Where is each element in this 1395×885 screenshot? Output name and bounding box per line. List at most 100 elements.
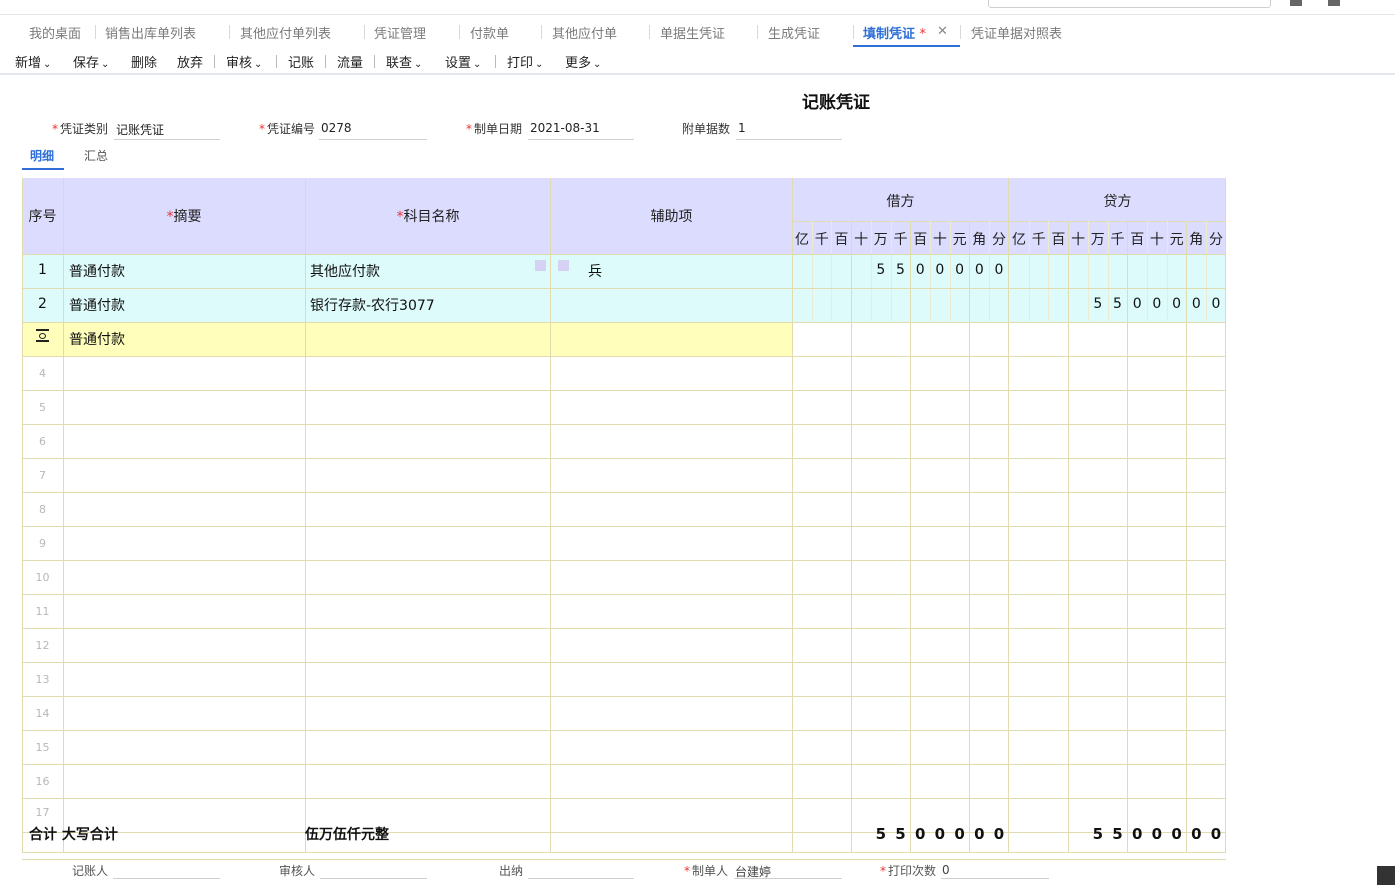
tab-doc-to-voucher[interactable]: 单据生凭证 [660,23,725,47]
print-button[interactable]: 打印 ⌄ [507,52,543,71]
unit-label: 分 [1209,232,1223,248]
grid-line [792,178,793,853]
credit-digit: 0 [1152,296,1162,312]
subtab-summary[interactable]: 汇总 [84,147,108,164]
credit-digit: 0 [1172,296,1182,312]
credit-digit: 0 [1132,296,1142,312]
total-debit-digit: 5 [895,825,906,843]
more-button[interactable]: 更多 ⌄ [565,52,601,71]
row-summary[interactable]: 普通付款 [69,295,125,315]
voucher-date-field[interactable]: 2021-08-31 [528,121,634,140]
credit-digit: 5 [1113,296,1122,312]
total-credit-digit: 0 [1151,825,1163,843]
row-summary[interactable]: 普通付款 [69,261,125,281]
row-seq: 7 [39,469,46,482]
grid-line [1008,178,1009,853]
unit-label: 万 [873,232,888,248]
grid-line [22,254,1226,255]
toolbar: 新增 ⌄ 保存 ⌄ 删除 放弃 审核 ⌄ 记账 流量 联查 ⌄ 设置 ⌄ 打印 ⌄ 更多 ⌄ [0,48,1395,75]
unit-label: 千 [814,232,829,248]
message-icon[interactable] [1328,0,1340,6]
unit-label: 分 [992,232,1006,248]
row-seq: 1 [38,262,47,278]
row-seq: 11 [35,605,50,618]
unit-label: 十 [1149,232,1164,248]
total-credit-digit: 5 [1112,825,1123,843]
grid-line [22,730,1226,731]
tab-voucher-doc-comparison[interactable]: 凭证单据对照表 [971,23,1062,47]
masked-text [535,260,546,271]
tab-generate-voucher[interactable]: 生成凭证 [768,23,820,47]
grid-line [22,458,1226,459]
grid-line [22,390,1226,391]
global-search-input[interactable] [988,0,1271,8]
grid-line [22,832,1226,833]
tab-other-payable[interactable]: 其他应付单 [552,23,617,47]
tab-other-payable-list[interactable]: 其他应付单列表 [240,23,331,47]
total-debit-digit: 0 [954,825,965,843]
maker-field [734,878,842,879]
grid-line [792,221,1226,222]
header-credit: 贷方 [1103,194,1132,210]
header-account: *科目名称 [396,209,460,225]
debit-digit: 0 [974,262,984,278]
tab-separator [649,25,650,39]
unit-label: 亿 [1012,232,1026,248]
tab-payment[interactable]: 付款单 [470,23,509,47]
voucher-type-label: * 凭证类别 [52,122,109,136]
tab-voucher-management[interactable]: 凭证管理 [374,23,426,47]
unit-label: 元 [1169,232,1184,248]
print-count-value: 0 [942,863,950,877]
grid-line [22,288,1226,289]
digit-column-line [1186,221,1188,853]
total-credit-digit: 5 [1092,825,1104,843]
row-account[interactable]: 银行存款-农行3077 [310,295,435,315]
debit-digit: 0 [935,262,945,278]
tab-sales-outbound-list[interactable]: 销售出库单列表 [105,23,196,47]
delete-button[interactable]: 删除 [131,52,157,71]
save-button[interactable]: 保存 ⌄ [73,52,109,71]
query-link-button[interactable]: 联查 ⌄ [386,52,422,71]
cash-flow-button[interactable]: 流量 [337,52,363,71]
grid-line [22,492,1226,493]
close-icon[interactable]: ✕ [937,24,948,39]
tab-desktop[interactable]: 我的桌面 [29,23,81,47]
grid-line [22,852,1226,853]
voucher-type-field[interactable]: 记账凭证 [114,121,220,140]
unit-label: 百 [913,232,928,248]
print-count-label: * 打印次数 [880,864,937,878]
bookkeeper-label: 记账人 [72,864,109,878]
grid-line [22,696,1226,697]
audit-button[interactable]: 审核 ⌄ [226,52,262,71]
insert-row-icon[interactable] [36,329,49,342]
unit-label: 亿 [795,232,809,248]
header-seq: 序号 [28,209,57,225]
tab-separator [95,25,96,39]
row-seq: 8 [39,503,46,516]
total-credit-digit: 0 [1131,825,1143,843]
toolbar-separator [374,55,375,68]
credit-digit: 0 [1191,296,1201,312]
toolbar-separator [214,55,215,68]
post-button[interactable]: 记账 [288,52,314,71]
grid-line [22,859,1226,860]
discard-button[interactable]: 放弃 [177,52,203,71]
total-debit-digit: 5 [875,825,887,843]
tab-separator [541,25,542,39]
row-summary[interactable]: 普通付款 [69,329,125,349]
row-account[interactable]: 其他应付款 [310,261,380,281]
unit-label: 十 [932,232,947,248]
settings-button[interactable]: 设置 ⌄ [445,52,481,71]
row-seq: 2 [38,296,47,312]
add-button[interactable]: 新增 ⌄ [15,52,51,71]
row-seq: 10 [35,571,50,584]
grid-line [22,322,1226,323]
table-row-bg [22,288,1226,322]
subtab-detail[interactable]: 明细 [22,147,64,170]
row-aux[interactable]: 兵 [588,261,602,281]
attachment-count-field[interactable]: 1 [736,121,842,140]
user-icon[interactable] [1290,0,1302,6]
cashier-label: 出纳 [499,864,524,878]
voucher-number-field[interactable]: 0278 [319,121,427,140]
unit-label: 千 [1031,232,1046,248]
